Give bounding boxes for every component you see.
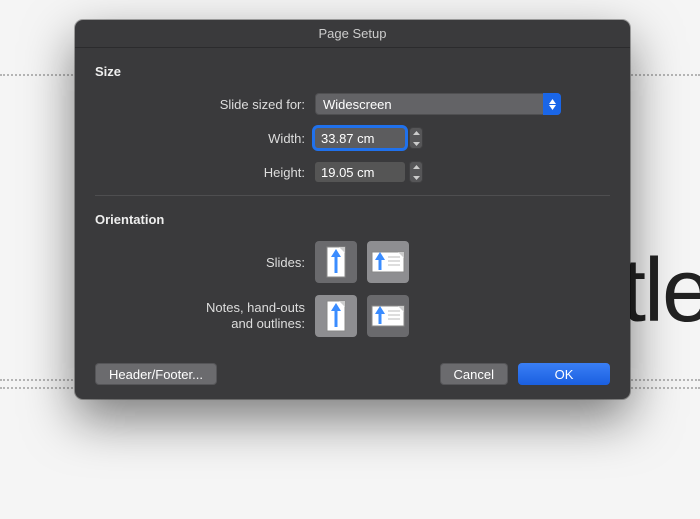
height-stepper[interactable]: [409, 161, 423, 183]
height-label: Height:: [95, 165, 315, 180]
landscape-page-icon: [370, 302, 406, 330]
cancel-button[interactable]: Cancel: [440, 363, 508, 385]
portrait-page-icon: [321, 245, 351, 279]
landscape-page-icon: [370, 248, 406, 276]
page-setup-dialog: Page Setup Size Slide sized for: Widescr…: [75, 20, 630, 399]
width-label: Width:: [95, 131, 315, 146]
notes-landscape-button[interactable]: [367, 295, 409, 337]
divider: [95, 195, 610, 196]
ok-button[interactable]: OK: [518, 363, 610, 385]
notes-portrait-button[interactable]: [315, 295, 357, 337]
size-section-label: Size: [95, 64, 610, 79]
slides-portrait-button[interactable]: [315, 241, 357, 283]
select-arrows-icon: [543, 93, 561, 115]
notes-orientation-label: Notes, hand-outs and outlines:: [95, 300, 315, 333]
portrait-page-icon: [321, 299, 351, 333]
slides-orientation-label: Slides:: [95, 255, 315, 270]
height-field[interactable]: 19.05 cm: [315, 162, 405, 182]
width-stepper[interactable]: [409, 127, 423, 149]
background-title-text: tle: [621, 240, 700, 343]
sized-for-value: Widescreen: [323, 97, 392, 112]
sized-for-select[interactable]: Widescreen: [315, 93, 561, 115]
dialog-title: Page Setup: [75, 20, 630, 48]
header-footer-button[interactable]: Header/Footer...: [95, 363, 217, 385]
width-field[interactable]: 33.87 cm: [315, 128, 405, 148]
slides-landscape-button[interactable]: [367, 241, 409, 283]
sized-for-label: Slide sized for:: [95, 97, 315, 112]
orientation-section-label: Orientation: [95, 212, 610, 227]
